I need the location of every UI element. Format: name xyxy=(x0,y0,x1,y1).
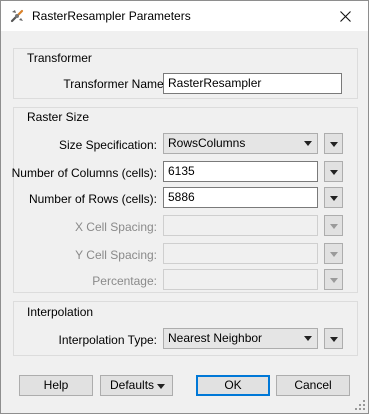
help-button[interactable]: Help xyxy=(19,375,93,396)
chevron-down-icon xyxy=(330,337,338,342)
chevron-down-icon xyxy=(157,384,165,389)
x-cell-spacing-label: X Cell Spacing: xyxy=(74,220,157,234)
columns-field[interactable]: 6135 xyxy=(163,161,318,182)
interpolation-group: Interpolation Interpolation Type: Neares… xyxy=(13,301,358,356)
size-specification-menu-button[interactable] xyxy=(324,133,343,154)
chevron-down-icon xyxy=(330,224,338,229)
size-specification-label: Size Specification: xyxy=(58,138,157,152)
rows-menu-button[interactable] xyxy=(324,187,343,208)
window-title: RasterResampler Parameters xyxy=(32,9,191,23)
transformer-name-label: Transformer Name: xyxy=(63,77,167,91)
chevron-down-icon xyxy=(304,336,312,341)
size-specification-select[interactable]: RowsColumns xyxy=(163,133,318,154)
percentage-field[interactable] xyxy=(163,269,318,290)
cancel-button-label: Cancel xyxy=(294,378,332,392)
transformer-group-title: Transformer xyxy=(27,51,92,65)
resize-grip-icon[interactable] xyxy=(355,400,365,410)
y-cell-spacing-field[interactable] xyxy=(163,243,318,264)
interpolation-type-value: Nearest Neighbor xyxy=(168,331,263,345)
chevron-down-icon xyxy=(330,196,338,201)
interpolation-type-menu-button[interactable] xyxy=(324,328,343,349)
columns-menu-button[interactable] xyxy=(324,161,343,182)
transformer-group: Transformer Transformer Name: RasterResa… xyxy=(13,48,358,99)
percentage-menu-button[interactable] xyxy=(324,269,343,290)
close-button[interactable] xyxy=(323,1,368,31)
close-icon xyxy=(340,10,351,22)
raster-size-group: Raster Size Size Specification: RowsColu… xyxy=(11,107,358,293)
interpolation-group-title: Interpolation xyxy=(27,305,94,319)
raster-size-group-title: Raster Size xyxy=(27,110,90,124)
transformer-name-field[interactable]: RasterResampler xyxy=(163,73,342,94)
fme-transformer-icon xyxy=(9,8,25,24)
ok-button-label: OK xyxy=(224,378,242,392)
y-cell-spacing-label: Y Cell Spacing: xyxy=(75,248,157,262)
help-button-label: Help xyxy=(43,378,69,392)
size-specification-value: RowsColumns xyxy=(168,136,246,150)
rows-label: Number of Rows (cells): xyxy=(28,192,157,206)
percentage-label: Percentage: xyxy=(92,274,157,288)
rows-field[interactable]: 5886 xyxy=(163,187,318,208)
x-cell-spacing-field[interactable] xyxy=(163,215,318,236)
ok-button[interactable]: OK xyxy=(196,375,270,396)
x-cell-spacing-menu-button[interactable] xyxy=(324,215,343,236)
title-bar: RasterResampler Parameters xyxy=(1,1,368,31)
parameters-dialog: RasterResampler Parameters Transformer T… xyxy=(0,0,369,414)
cancel-button[interactable]: Cancel xyxy=(276,375,350,396)
chevron-down-icon xyxy=(330,142,338,147)
columns-label: Number of Columns (cells): xyxy=(11,166,157,180)
chevron-down-icon xyxy=(330,252,338,257)
chevron-down-icon xyxy=(304,141,312,146)
defaults-button-label: Defaults xyxy=(110,378,155,392)
chevron-down-icon xyxy=(330,170,338,175)
interpolation-type-label: Interpolation Type: xyxy=(58,333,157,347)
interpolation-type-select[interactable]: Nearest Neighbor xyxy=(163,328,318,349)
y-cell-spacing-menu-button[interactable] xyxy=(324,243,343,264)
defaults-button[interactable]: Defaults xyxy=(100,375,173,396)
chevron-down-icon xyxy=(330,278,338,283)
